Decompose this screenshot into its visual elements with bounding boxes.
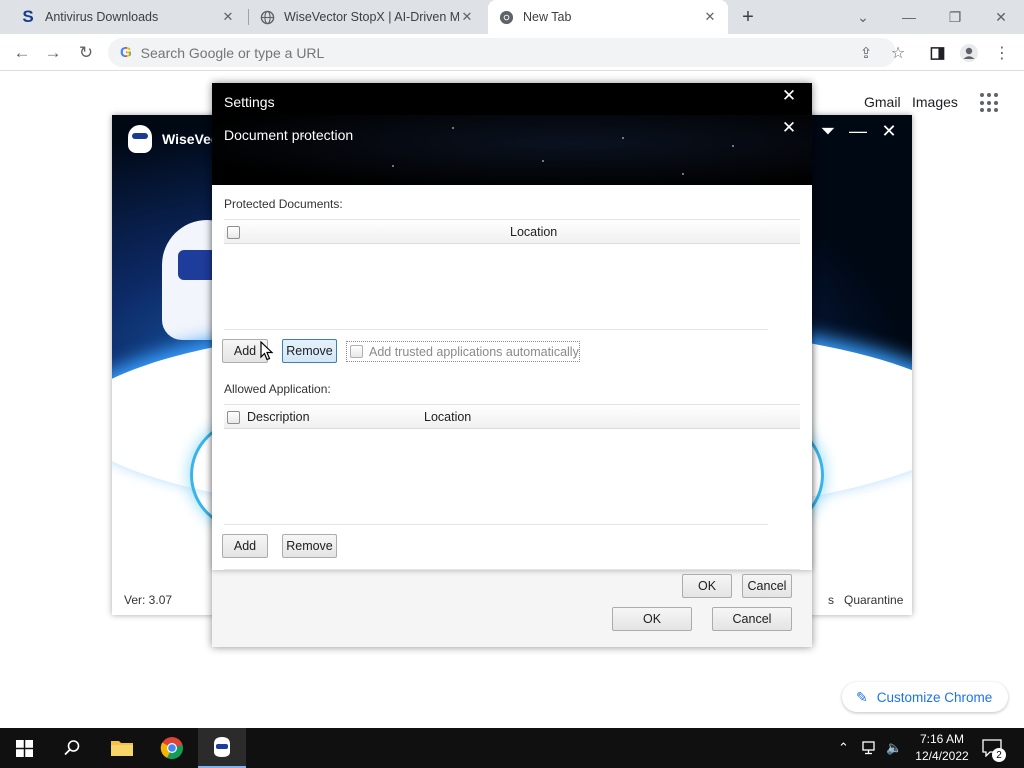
auto-trust-label: Add trusted applications automatically [369, 344, 579, 359]
wisevector-taskbar-icon[interactable] [198, 728, 246, 768]
dialog-ok-button[interactable]: OK [682, 574, 732, 598]
google-g-icon: G [120, 44, 132, 61]
dialog-body: Protected Documents: Location Add Remove… [212, 185, 812, 570]
wisevector-robot-icon [128, 125, 152, 153]
auto-trust-checkbox[interactable] [350, 345, 363, 358]
file-explorer-icon[interactable] [98, 728, 146, 768]
tab-title: WiseVector StopX | AI-Driven Ma [284, 10, 459, 24]
windows-taskbar: ⌃ 🔈 7:16 AM 12/4/2022 2 [0, 728, 1024, 768]
tab-antivirus-downloads[interactable]: S Antivirus Downloads ✕ [10, 0, 246, 34]
side-panel-icon[interactable] [924, 40, 950, 66]
close-window-icon[interactable]: ✕ [978, 0, 1024, 34]
wisevector-logo: WiseVec [128, 125, 219, 153]
dialog-header: Document protection ✕ [212, 115, 812, 185]
profile-avatar-icon[interactable] [956, 40, 982, 66]
settings-cancel-button[interactable]: Cancel [712, 607, 792, 631]
minimize-icon[interactable]: — [886, 0, 932, 34]
wisevector-brand-text: WiseVec [162, 131, 219, 147]
notifications-icon[interactable]: 2 [982, 728, 1008, 768]
tab-strip: S Antivirus Downloads ✕ WiseVector StopX… [0, 0, 1024, 34]
network-icon[interactable] [862, 728, 878, 768]
volume-icon[interactable]: 🔈 [886, 728, 902, 768]
tab-wisevector-stopx[interactable]: WiseVector StopX | AI-Driven Ma ✕ [249, 0, 485, 34]
tab-title: New Tab [523, 10, 572, 24]
windows-start-icon[interactable] [0, 728, 48, 768]
select-all-checkbox[interactable] [227, 226, 240, 239]
protected-documents-label: Protected Documents: [224, 197, 343, 211]
tab-close-icon[interactable]: ✕ [459, 9, 475, 25]
gmail-link[interactable]: Gmail [864, 94, 901, 110]
tab-close-icon[interactable]: ✕ [220, 9, 236, 25]
footer-divider [224, 569, 800, 570]
share-icon[interactable]: ⇪ [856, 43, 876, 63]
tray-chevron-icon[interactable]: ⌃ [838, 728, 849, 768]
globe-icon [259, 9, 275, 25]
quarantine-fragment: s [828, 593, 834, 607]
settings-header: Settings ✕ [212, 83, 812, 115]
omnibox-input[interactable] [140, 44, 741, 61]
remove-document-button[interactable]: Remove [282, 339, 337, 363]
protected-list-header: Location [224, 220, 800, 244]
protected-documents-list[interactable]: Location [224, 219, 800, 329]
wv-close-main-icon[interactable]: ✕ [877, 119, 901, 143]
chrome-menu-icon[interactable]: ⋮ [989, 40, 1015, 66]
allowed-list-header: Description Location [224, 405, 800, 429]
select-all-apps-checkbox[interactable] [227, 411, 240, 424]
column-app-location[interactable]: Location [424, 410, 471, 424]
settings-ok-button[interactable]: OK [612, 607, 692, 631]
back-arrow-icon[interactable]: ← [9, 40, 35, 66]
search-icon[interactable] [48, 728, 96, 768]
dialog-close-icon[interactable]: ✕ [778, 117, 800, 139]
add-application-button[interactable]: Add [222, 534, 268, 558]
restore-icon[interactable]: ❐ [932, 0, 978, 34]
dialog-cancel-button[interactable]: Cancel [742, 574, 792, 598]
customize-chrome-button[interactable]: ✎ Customize Chrome [842, 682, 1008, 712]
address-bar[interactable]: G ⇪ [108, 38, 896, 67]
wv-menu-icon[interactable]: ⏷ [816, 119, 840, 143]
browser-toolbar: ← → ↻ G ⇪ ☆ ⋮ [0, 34, 1024, 71]
column-description[interactable]: Description [247, 410, 310, 424]
tab-search-chevron-icon[interactable]: ⌄ [840, 0, 886, 34]
settings-close-icon[interactable]: ✕ [778, 85, 800, 107]
allowed-applications-list[interactable]: Description Location [224, 404, 800, 524]
document-protection-dialog: Document protection ✕ Protected Document… [212, 115, 812, 570]
chrome-taskbar-icon[interactable] [148, 728, 196, 768]
system-clock[interactable]: 7:16 AM 12/4/2022 [912, 731, 972, 765]
settings-title: Settings [224, 94, 275, 110]
remove-application-button[interactable]: Remove [282, 534, 337, 558]
tab-title: Antivirus Downloads [45, 10, 159, 24]
clock-time: 7:16 AM [919, 732, 965, 746]
wv-minimize-icon[interactable]: — [846, 119, 870, 143]
auto-trust-checkbox-row[interactable]: Add trusted applications automatically [346, 341, 580, 362]
reload-icon[interactable]: ↻ [73, 40, 99, 66]
column-location[interactable]: Location [510, 225, 557, 239]
images-link[interactable]: Images [912, 94, 958, 110]
tab-new-tab[interactable]: New Tab ✕ [488, 0, 728, 34]
notification-count-badge: 2 [992, 748, 1006, 762]
chrome-icon [498, 9, 514, 25]
google-apps-icon[interactable] [980, 93, 1000, 113]
list-bottom-border [224, 329, 768, 330]
new-tab-button[interactable]: + [736, 5, 760, 29]
allowed-application-label: Allowed Application: [224, 382, 331, 396]
customize-chrome-label: Customize Chrome [876, 689, 993, 705]
bookmark-star-icon[interactable]: ☆ [885, 40, 911, 66]
tab-close-icon[interactable]: ✕ [702, 9, 718, 25]
quarantine-link[interactable]: s Quarantine [828, 593, 903, 607]
softpedia-favicon-icon: S [22, 7, 34, 26]
dialog-title: Document protection [224, 127, 354, 143]
quarantine-label: Quarantine [844, 593, 904, 607]
list-bottom-border [224, 524, 768, 525]
version-label: Ver: 3.07 [124, 593, 173, 607]
clock-date: 12/4/2022 [915, 749, 969, 763]
pencil-icon: ✎ [856, 688, 868, 705]
forward-arrow-icon[interactable]: → [40, 40, 66, 66]
